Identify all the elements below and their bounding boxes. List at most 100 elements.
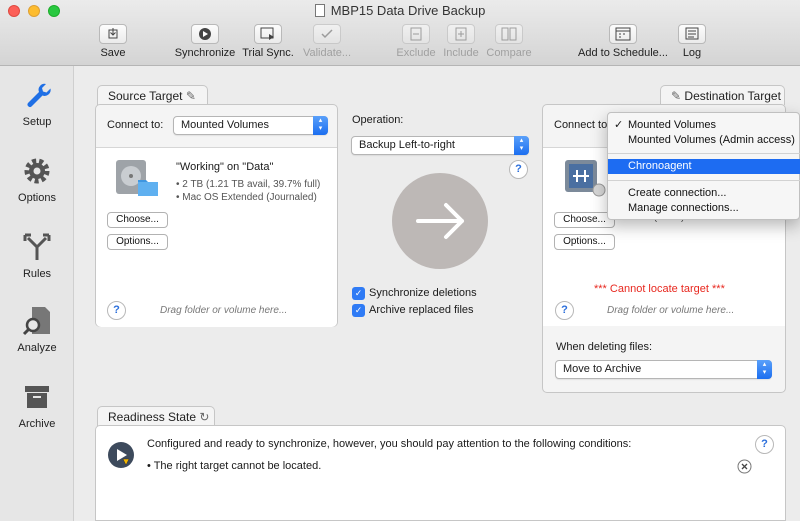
source-connect-label: Connect to: (107, 119, 164, 131)
wrench-icon (27, 83, 51, 107)
validate-button[interactable]: Validate... (300, 24, 354, 59)
connect-to-menu: ✓ Mounted Volumes Mounted Volumes (Admin… (607, 112, 800, 220)
sync-deletions-checkbox[interactable]: ✓ (352, 287, 365, 300)
sidebar-item-analyze[interactable]: Analyze (0, 304, 74, 354)
destination-error: *** Cannot locate target *** (594, 283, 725, 295)
menu-item-manage-connections[interactable]: Manage connections... (608, 201, 800, 216)
calendar-icon (609, 24, 637, 44)
menu-item-create-connection[interactable]: Create connection... (608, 186, 800, 201)
destination-target-title: Destination Target (684, 89, 781, 103)
validate-icon (313, 24, 341, 44)
readiness-panel: Configured and ready to synchronize, how… (95, 425, 786, 521)
readiness-state-tab: Readiness State ↻ (97, 406, 215, 426)
sidebar-item-archive[interactable]: Archive (0, 380, 74, 430)
window-title-text: MBP15 Data Drive Backup (330, 3, 486, 18)
add-to-schedule-button[interactable]: Add to Schedule... (576, 24, 670, 59)
sidebar: Setup Options Rules Analyze Archive (0, 66, 74, 521)
when-deleting-value: Move to Archive (563, 363, 642, 375)
sidebar-item-label: Archive (18, 418, 56, 430)
destination-help-button[interactable]: ? (555, 301, 574, 320)
include-button[interactable]: Include (442, 24, 480, 59)
operation-popup[interactable]: Backup Left-to-right ▴ ▾ (351, 136, 529, 155)
network-drive-icon (565, 160, 606, 197)
when-deleting-popup[interactable]: Move to Archive ▴ ▾ (555, 360, 772, 379)
destination-options-button[interactable]: Options... (554, 234, 615, 250)
pencil-icon[interactable]: ✎ (671, 89, 681, 103)
menu-separator (608, 180, 800, 181)
source-options-button[interactable]: Options... (107, 234, 168, 250)
window-title: MBP15 Data Drive Backup (0, 3, 800, 18)
title-bar: MBP15 Data Drive Backup Save Synchronize… (0, 0, 800, 66)
sidebar-item-label: Rules (22, 268, 52, 280)
refresh-icon[interactable]: ↻ (199, 410, 209, 424)
synchronize-button[interactable]: Synchronize (172, 24, 238, 59)
save-button[interactable]: Save (96, 24, 130, 59)
menu-item-mounted-volumes[interactable]: Mounted Volumes (608, 118, 800, 133)
sidebar-item-label: Analyze (17, 342, 57, 354)
sidebar-item-options[interactable]: Options (0, 154, 74, 204)
compare-label: Compare (486, 47, 532, 59)
readiness-status-icon (108, 442, 134, 468)
arrow-right-icon[interactable] (391, 172, 489, 270)
source-connect-value: Mounted Volumes (181, 119, 270, 131)
operation-value: Backup Left-to-right (359, 139, 455, 151)
source-drop-area[interactable]: "Working" on "Data" • 2 TB (1.21 TB avai… (96, 147, 337, 327)
menu-item-mounted-volumes-admin[interactable]: Mounted Volumes (Admin access) (608, 133, 800, 148)
chevron-updown-icon: ▴ ▾ (313, 116, 328, 135)
sidebar-item-setup[interactable]: Setup (0, 78, 74, 128)
box-icon (25, 386, 49, 408)
source-target-title: Source Target (108, 89, 183, 103)
readiness-help-button[interactable]: ? (755, 435, 774, 454)
sidebar-item-label: Options (18, 192, 56, 204)
readiness-state-title: Readiness State (108, 410, 197, 424)
log-label: Log (682, 47, 702, 59)
include-icon (447, 24, 475, 44)
synchronize-label: Synchronize (174, 47, 236, 59)
destination-drag-hint: Drag folder or volume here... (607, 305, 735, 316)
readiness-condition: • The right target cannot be located. (147, 460, 322, 472)
source-target-tab: Source Target ✎ (97, 85, 208, 105)
sidebar-item-label: Setup (22, 116, 52, 128)
sidebar-item-rules[interactable]: Rules (0, 230, 74, 280)
archive-replaced-checkbox[interactable]: ✓ (352, 304, 365, 317)
exclude-icon (402, 24, 430, 44)
source-drag-hint: Drag folder or volume here... (160, 305, 288, 316)
document-icon (314, 4, 325, 17)
sync-deletions-label: Synchronize deletions (369, 287, 477, 299)
compare-icon (495, 24, 523, 44)
source-volume-name: "Working" on "Data" (176, 161, 274, 173)
source-choose-button[interactable]: Choose... (107, 212, 168, 228)
save-icon (99, 24, 127, 44)
source-help-button[interactable]: ? (107, 301, 126, 320)
gear-icon (24, 158, 50, 184)
trial-sync-label: Trial Sync. (242, 47, 294, 59)
destination-target-tab: ✎ Destination Target (660, 85, 785, 105)
destination-choose-button[interactable]: Choose... (554, 212, 615, 228)
readiness-message: Configured and ready to synchronize, how… (147, 438, 632, 450)
compare-button[interactable]: Compare (486, 24, 532, 59)
fork-icon (23, 233, 51, 260)
chevron-updown-icon: ▴ ▾ (514, 136, 529, 155)
source-format: • Mac OS Extended (Journaled) (176, 192, 317, 203)
magnifier-icon (22, 307, 50, 336)
menu-separator (608, 153, 800, 154)
save-label: Save (100, 47, 126, 59)
include-label: Include (443, 47, 479, 59)
exclude-label: Exclude (396, 47, 436, 59)
source-target-panel: Connect to: Mounted Volumes ▴ ▾ "Working" … (95, 104, 338, 327)
exclude-button[interactable]: Exclude (396, 24, 436, 59)
source-capacity: • 2 TB (1.21 TB avail, 39.7% full) (176, 179, 321, 190)
operation-help-button[interactable]: ? (509, 160, 528, 179)
trial-sync-button[interactable]: Trial Sync. (240, 24, 296, 59)
trial-sync-icon (254, 24, 282, 44)
pencil-icon[interactable]: ✎ (186, 89, 196, 103)
log-button[interactable]: Log (676, 24, 708, 59)
play-icon (191, 24, 219, 44)
source-connect-popup[interactable]: Mounted Volumes ▴ ▾ (173, 116, 328, 135)
dismiss-icon[interactable] (737, 459, 752, 474)
menu-item-chronoagent[interactable]: Chronoagent (608, 159, 800, 174)
chevron-updown-icon: ▴ ▾ (757, 360, 772, 379)
when-deleting-label: When deleting files: (556, 341, 652, 353)
add-to-schedule-label: Add to Schedule... (578, 47, 668, 59)
destination-connect-label: Connect to (554, 119, 608, 131)
